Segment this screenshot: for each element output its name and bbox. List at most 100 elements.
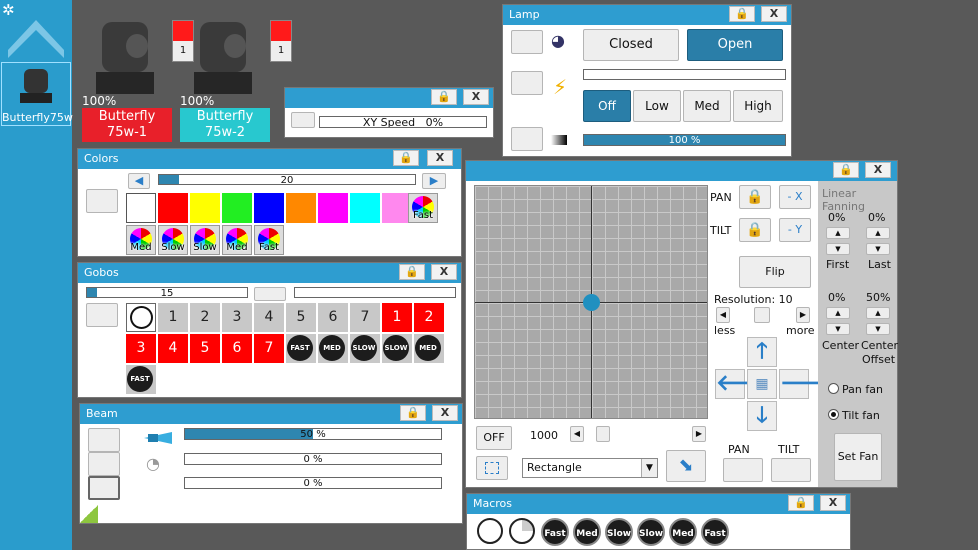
beam-slider-bar[interactable]: 50 % [184,428,442,440]
window-titlebar[interactable]: Gobos 🔒 X [78,263,461,283]
close-button[interactable]: X [431,264,457,280]
macro-button[interactable]: Slow [605,518,633,546]
color-wheel-slow[interactable]: Slow [190,225,220,255]
gobo-button[interactable]: 3 [222,303,252,332]
color-wheel-med[interactable]: Med [222,225,252,255]
center-up-button[interactable]: ▲ [826,307,850,319]
color-swatch[interactable] [222,193,252,223]
window-titlebar[interactable]: Lamp 🔒 X [503,5,791,25]
window-titlebar[interactable]: Beam 🔒 X [80,404,462,424]
low-button[interactable]: Low [633,90,681,122]
lamp-shutter-button[interactable] [511,30,543,54]
position-handle[interactable] [583,294,600,311]
arrow-left-icon[interactable]: 🡐 [715,369,775,399]
offset-up-button[interactable]: ▲ [866,307,890,319]
open-button[interactable]: Open [687,29,783,61]
gobo-button[interactable]: 1 [158,303,188,332]
apply-effect-button[interactable]: ⬊ [666,450,706,482]
gobo-button[interactable]: 1 [382,303,412,332]
gobo-button[interactable]: 5 [286,303,316,332]
gobo-mode-button[interactable] [86,303,118,327]
resolution-slider-thumb[interactable] [754,307,770,323]
macro-button[interactable]: Med [573,518,601,546]
xy-speed-button[interactable] [291,112,315,128]
close-button[interactable]: X [463,89,489,105]
fixture-card-2[interactable]: 1 100% Butterfly 75w-2 [180,18,292,143]
xy-pad[interactable] [474,185,708,419]
invert-y-button[interactable]: - Y [779,218,811,242]
macro-open-icon[interactable] [477,518,503,544]
gobo-rotation-button[interactable]: FAST [126,365,156,394]
window-titlebar[interactable]: Macros 🔒 X [467,494,850,514]
close-button[interactable]: X [761,6,787,22]
macro-button[interactable]: Slow [637,518,665,546]
gobo-open[interactable] [126,303,156,332]
high-button[interactable]: High [733,90,783,122]
color-prev-button[interactable]: ◀ [128,173,150,189]
color-wheel-fast[interactable]: Fast [254,225,284,255]
closed-button[interactable]: Closed [583,29,679,61]
lock-icon[interactable]: 🔒 [729,6,755,22]
chevron-down-icon[interactable]: ▼ [641,459,657,477]
window-titlebar[interactable]: 🔒 X [466,161,897,181]
med-button[interactable]: Med [683,90,731,122]
arrow-up-icon[interactable]: 🡑 [747,337,777,367]
gobo-rotation-button[interactable]: MED [318,334,348,363]
gobo-rotation-button[interactable]: MED [414,334,444,363]
tilt-select-button[interactable] [771,458,811,482]
first-down-button[interactable]: ▼ [826,243,850,255]
gobo-button[interactable]: 4 [254,303,284,332]
effect-off-button[interactable]: OFF [476,426,512,450]
gobo-button[interactable]: 4 [158,334,188,363]
first-up-button[interactable]: ▲ [826,227,850,239]
lamp-dimmer-bar[interactable]: 100 % [583,134,786,146]
color-swatch[interactable] [254,193,284,223]
beam-slider-bar[interactable]: 0 % [184,453,442,465]
speed-more-button[interactable]: ▶ [692,426,706,442]
macro-partial-icon[interactable] [509,518,535,544]
gobo-button[interactable]: 6 [222,334,252,363]
center-down-button[interactable]: ▼ [826,323,850,335]
last-up-button[interactable]: ▲ [866,227,890,239]
lamp-dimmer-button[interactable] [511,127,543,151]
center-icon[interactable]: ▦ [747,369,777,399]
lock-icon[interactable]: 🔒 [788,495,814,511]
color-wheel-slow[interactable]: Slow [158,225,188,255]
gobo-rotation-bar[interactable] [294,287,456,298]
gobo-button[interactable]: 6 [318,303,348,332]
tilt-lock-button[interactable]: 🔒 [739,218,771,242]
window-titlebar[interactable]: Colors 🔒 X [78,149,461,169]
gobo-button[interactable]: 3 [126,334,156,363]
more-button[interactable]: ▶ [796,307,810,323]
lock-icon[interactable]: 🔒 [833,162,859,178]
lock-icon[interactable]: 🔒 [399,264,425,280]
resize-grip-icon[interactable] [80,505,98,523]
gobo-rotation-button[interactable]: SLOW [350,334,380,363]
lamp-strobe-bar[interactable] [583,69,786,80]
color-swatch[interactable] [158,193,188,223]
shape-select[interactable]: Rectangle ▼ [522,458,658,478]
close-button[interactable]: X [865,162,891,178]
set-fan-button[interactable]: Set Fan [834,433,882,481]
close-button[interactable]: X [427,150,453,166]
color-wheel-med[interactable]: Med [126,225,156,255]
color-mode-button[interactable] [86,189,118,213]
flip-button[interactable]: Flip [739,256,811,288]
gobo-button[interactable]: 2 [190,303,220,332]
offset-down-button[interactable]: ▼ [866,323,890,335]
beam-focus-button[interactable] [88,452,120,476]
gobo-rotation-button[interactable]: FAST [286,334,316,363]
last-down-button[interactable]: ▼ [866,243,890,255]
gobo-mid-button[interactable] [254,287,286,301]
less-button[interactable]: ◀ [716,307,730,323]
window-titlebar[interactable]: 🔒 X [285,88,493,108]
gobo-button[interactable]: 7 [254,334,284,363]
macro-button[interactable]: Fast [701,518,729,546]
beam-frost-button[interactable] [88,476,120,500]
arrow-down-icon[interactable]: 🡓 [747,401,777,431]
pan-fan-radio[interactable] [828,383,839,394]
close-button[interactable]: X [432,405,458,421]
gobo-value-bar[interactable]: 15 [86,287,248,298]
lock-icon[interactable]: 🔒 [400,405,426,421]
invert-x-button[interactable]: - X [779,185,811,209]
